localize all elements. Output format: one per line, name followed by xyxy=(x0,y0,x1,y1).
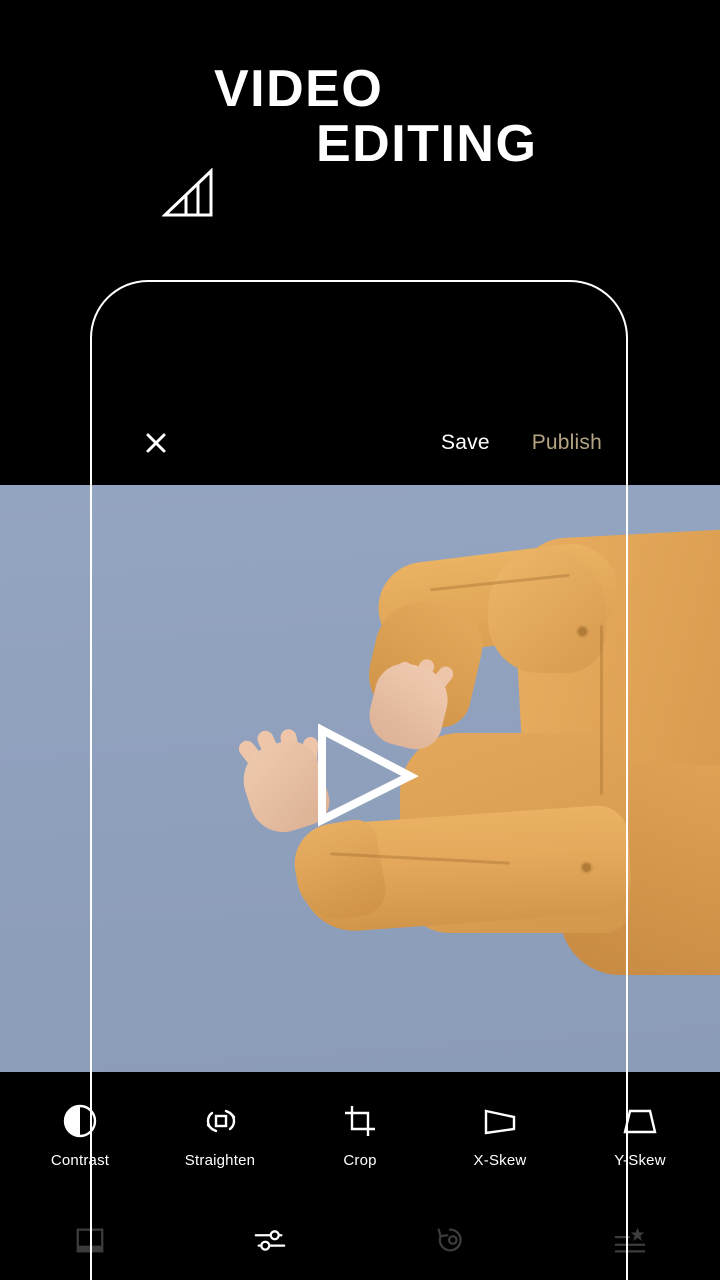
nav-item-presets[interactable] xyxy=(540,1225,720,1260)
promo-title-block: VIDEO EDITING xyxy=(0,60,720,174)
close-x-icon[interactable] xyxy=(138,425,174,461)
bar-chart-triangle-logo-icon xyxy=(161,167,218,220)
top-bar-actions: Save Publish xyxy=(441,431,602,455)
star-list-icon xyxy=(613,1225,647,1260)
x-skew-icon xyxy=(481,1100,519,1142)
nav-item-revert[interactable] xyxy=(360,1224,540,1261)
straighten-icon xyxy=(201,1100,239,1142)
revert-undo-icon xyxy=(434,1224,466,1261)
crop-icon xyxy=(343,1100,377,1142)
nav-item-adjust[interactable] xyxy=(180,1225,360,1260)
save-button[interactable]: Save xyxy=(441,431,490,455)
subject-shape xyxy=(488,549,606,673)
subject-detail xyxy=(600,625,603,795)
promo-title-line-1: VIDEO xyxy=(214,60,384,118)
tool-label: Contrast xyxy=(50,1152,110,1169)
publish-button[interactable]: Publish xyxy=(532,431,602,455)
editing-tools-row: Contrast Straighten Crop X-Skew Y-Skew xyxy=(0,1100,720,1200)
screen-root: VIDEO EDITING Save Publish Contrast Stra… xyxy=(0,0,720,1280)
play-triangle-outline-icon[interactable] xyxy=(310,722,420,828)
editor-top-bar: Save Publish xyxy=(0,400,720,485)
promo-title-line-2: EDITING xyxy=(316,115,538,174)
nav-item-frame[interactable] xyxy=(0,1224,180,1261)
tool-label: Crop xyxy=(343,1152,377,1169)
editor-bottom-nav xyxy=(0,1205,720,1280)
contrast-icon xyxy=(63,1100,97,1142)
tool-contrast[interactable]: Contrast xyxy=(30,1100,130,1169)
tool-label: X-Skew xyxy=(473,1152,527,1169)
tool-straighten[interactable]: Straighten xyxy=(170,1100,270,1169)
tool-x-skew[interactable]: X-Skew xyxy=(450,1100,550,1169)
tool-label: Y-Skew xyxy=(614,1152,666,1169)
tool-y-skew[interactable]: Y-Skew xyxy=(590,1100,690,1169)
photo-frame-icon xyxy=(74,1224,106,1261)
subject-detail xyxy=(578,627,587,636)
tool-crop[interactable]: Crop xyxy=(310,1100,410,1169)
tool-label: Straighten xyxy=(184,1152,256,1169)
y-skew-icon xyxy=(622,1100,658,1142)
subject-detail xyxy=(582,863,591,872)
sliders-icon xyxy=(253,1225,287,1260)
